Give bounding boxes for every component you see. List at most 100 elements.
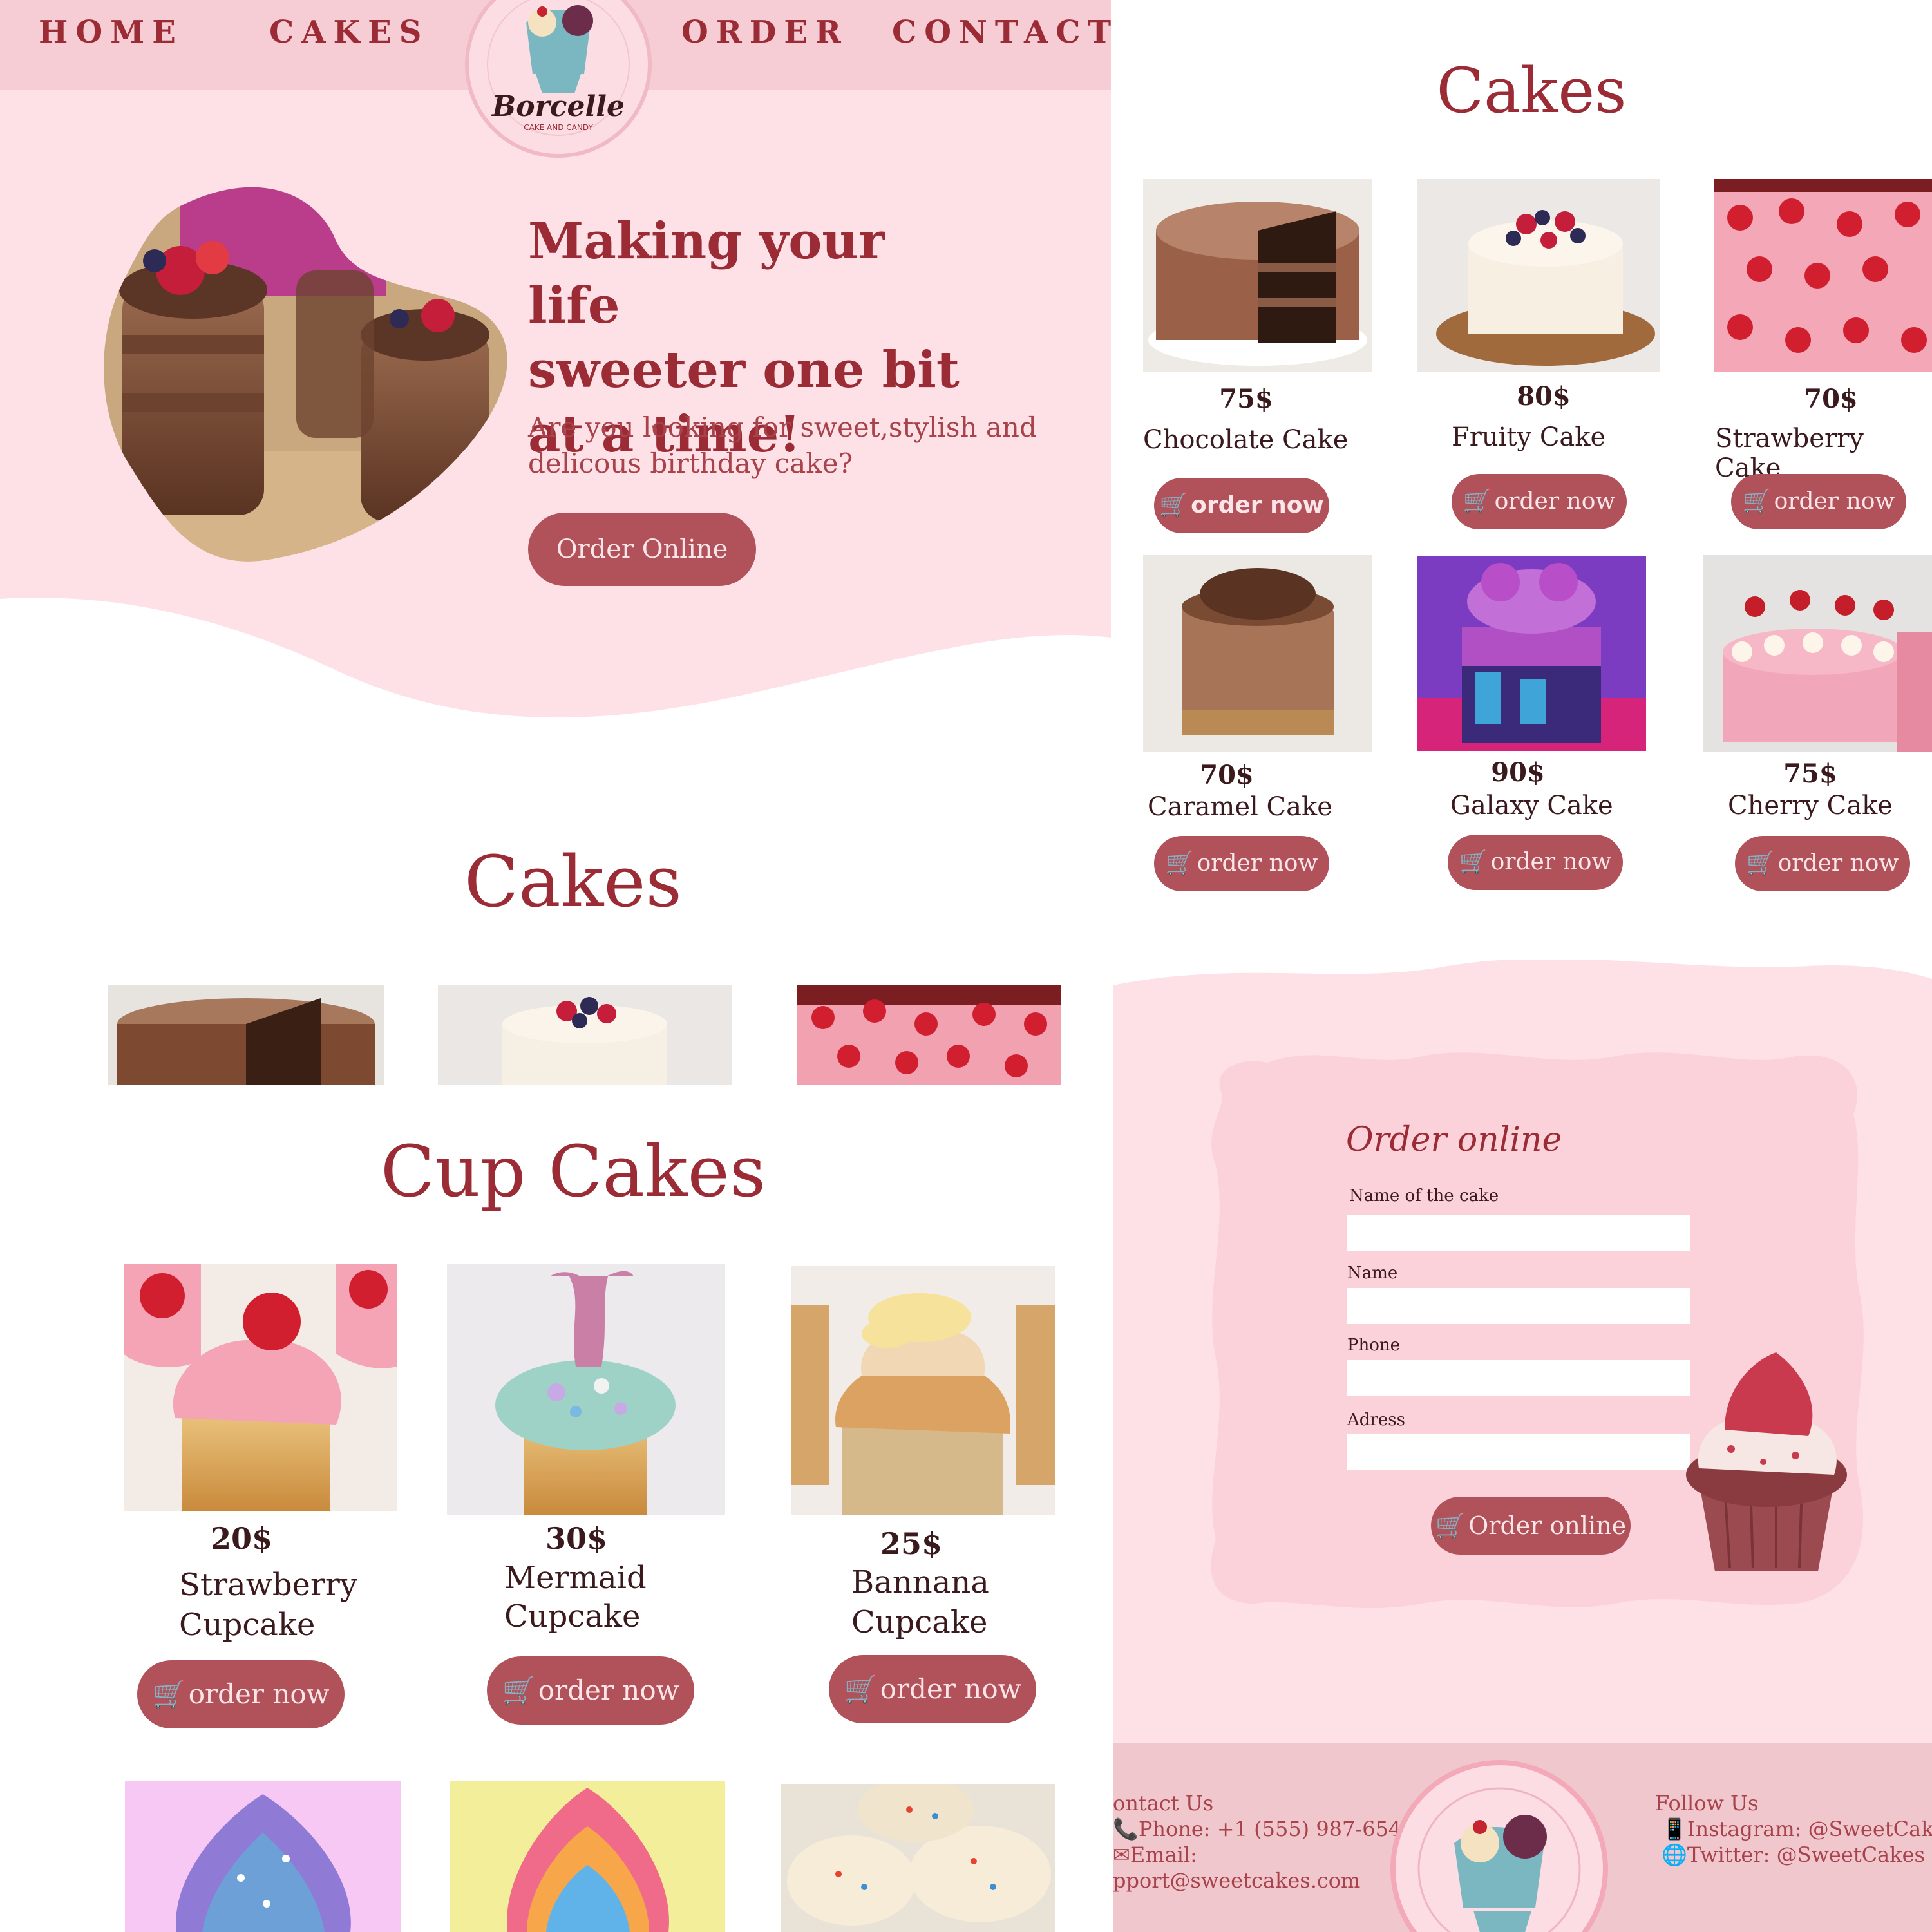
fruity-cake-image <box>1417 179 1660 372</box>
name-input[interactable] <box>1347 1288 1690 1324</box>
chocolate-cake-order-button[interactable]: 🛒 order now <box>1154 478 1329 533</box>
fruity-cake-thumbnail <box>438 985 732 1085</box>
cart-icon: 🛒 <box>502 1674 536 1706</box>
strawberry-cupcake-name: Strawberry Cupcake <box>179 1565 357 1645</box>
galaxy-cake-price: 90$ <box>1491 757 1545 788</box>
submit-button-label: Order online <box>1468 1511 1627 1540</box>
twitter-text: Twitter: @SweetCakes <box>1687 1842 1925 1867</box>
chocolate-cake-price: 75$ <box>1219 384 1273 414</box>
footer-email-label: ✉Email: <box>1113 1842 1197 1868</box>
footer-email-link[interactable]: pport@sweetcakes.com <box>1113 1868 1360 1893</box>
cherry-cake-name: Cherry Cake <box>1728 791 1893 820</box>
fruity-cake-name: Fruity Cake <box>1452 422 1606 452</box>
footer-email-label-text: Email: <box>1130 1842 1197 1867</box>
rainbow-cupcake-image <box>450 1781 725 1932</box>
cupcake-name-line: Mermaid <box>504 1560 647 1596</box>
hero-subtitle-line: Are you looking for sweet,stylish and <box>528 412 1037 443</box>
cart-icon: 🛒 <box>1742 488 1772 515</box>
galaxy-cake-order-button[interactable]: 🛒 order now <box>1448 835 1623 890</box>
strawberry-cake-image <box>1714 179 1932 372</box>
mermaid-cupcake-name: Mermaid Cupcake <box>504 1558 647 1636</box>
cupcake-name-line: Cupcake <box>179 1607 316 1643</box>
cart-icon: 🛒 <box>1159 492 1189 518</box>
hero-title-line: Making your life <box>528 212 886 335</box>
field-label-cake-name: Name of the cake <box>1349 1186 1499 1206</box>
cupcake-name-line: Bannana <box>851 1564 989 1600</box>
order-button-label: order now <box>188 1678 330 1710</box>
footer-instagram-link[interactable]: 📱Instagram: @SweetCakes <box>1662 1816 1932 1842</box>
submit-order-online-button[interactable]: 🛒 Order online <box>1431 1497 1631 1555</box>
hero-cake-image <box>104 187 507 562</box>
banana-cupcake-order-button[interactable]: 🛒order now <box>829 1655 1036 1723</box>
order-button-label: order now <box>1777 850 1899 876</box>
strawberry-cupcake-price: 20$ <box>210 1521 273 1556</box>
fruity-cake-order-button[interactable]: 🛒 order now <box>1452 474 1627 529</box>
mermaid-cupcake-order-button[interactable]: 🛒order now <box>487 1656 694 1725</box>
strawberry-cupcake-order-button[interactable]: 🛒order now <box>137 1660 345 1728</box>
order-button-label: order now <box>880 1673 1021 1705</box>
cakes-section-title: Cakes <box>1436 55 1627 127</box>
hero-title-line: sweeter one bit <box>528 341 960 399</box>
cupcake-name-line: Strawberry <box>179 1567 357 1603</box>
order-button-label: order now <box>1490 849 1612 875</box>
order-button-label: order now <box>1494 488 1616 515</box>
chocolate-cake-image <box>1143 179 1372 372</box>
borcelle-logo[interactable]: Borcelle CAKE AND CANDY <box>465 0 652 160</box>
cart-icon: 🛒 <box>1435 1511 1466 1540</box>
strawberry-cake-order-button[interactable]: 🛒 order now <box>1731 474 1906 529</box>
cherry-cake-order-button[interactable]: 🛒 order now <box>1735 836 1910 891</box>
galaxy-cake-name: Galaxy Cake <box>1450 791 1613 820</box>
phone-icon: 📞 <box>1113 1817 1139 1841</box>
email-icon: ✉ <box>1113 1842 1130 1867</box>
order-button-label: order now <box>538 1674 679 1706</box>
nav-contact-link[interactable]: CONTACT <box>892 14 1111 53</box>
footer-phone-text: Phone: +1 (555) 987-6543 <box>1138 1817 1415 1841</box>
hero-subtitle: Are you looking for sweet,stylish and de… <box>528 410 1056 482</box>
order-button-label: order now <box>1774 488 1895 515</box>
mermaid-cupcake-image <box>447 1264 725 1515</box>
field-label-phone: Phone <box>1347 1336 1401 1355</box>
sprinkle-cupcakes-image <box>781 1784 1055 1932</box>
fruity-cake-price: 80$ <box>1517 381 1571 412</box>
nav-home-link[interactable]: HOME <box>39 14 184 53</box>
cart-icon: 🛒 <box>1459 849 1488 875</box>
cherry-cake-price: 75$ <box>1783 759 1837 789</box>
cart-icon: 🛒 <box>1165 850 1195 876</box>
banana-cupcake-name: Bannana Cupcake <box>851 1562 989 1642</box>
chocolate-cake-name: Chocolate Cake <box>1143 425 1349 455</box>
logo-wordmark: Borcelle <box>491 90 625 123</box>
cake-name-input[interactable] <box>1347 1215 1690 1251</box>
red-velvet-cupcake-image <box>1686 1352 1847 1571</box>
cart-icon: 🛒 <box>152 1678 186 1710</box>
banana-cupcake-image <box>791 1266 1055 1515</box>
footer-twitter-link[interactable]: 🌐Twitter: @SweetCakes <box>1662 1842 1925 1868</box>
right-page-panel: Cakes 75$ Chocolate Cake 🛒 order now 80$ … <box>1113 0 1932 1932</box>
caramel-cake-image <box>1143 555 1372 752</box>
nav-cakes-link[interactable]: CAKES <box>269 14 429 53</box>
order-button-label: order now <box>1191 492 1324 518</box>
left-page-panel: HOME CAKES ORDER CONTACT Borcelle CAKE A… <box>0 0 1111 1932</box>
address-input[interactable] <box>1347 1434 1690 1470</box>
cherry-cake-image <box>1703 555 1932 752</box>
galaxy-cupcake-image <box>125 1781 401 1932</box>
footer-phone: 📞Phone: +1 (555) 987-6543 <box>1113 1816 1415 1842</box>
footer-contact-heading: ontact Us <box>1113 1791 1214 1815</box>
banana-cupcake-price: 25$ <box>880 1526 943 1561</box>
cakes-section-title: Cakes <box>464 840 682 923</box>
field-label-name: Name <box>1347 1264 1398 1283</box>
nav-order-link[interactable]: ORDER <box>681 14 849 53</box>
cupcakes-section-title: Cup Cakes <box>380 1130 766 1213</box>
cart-icon: 🛒 <box>844 1673 878 1705</box>
field-label-address: Adress <box>1347 1410 1405 1430</box>
phone-input[interactable] <box>1347 1360 1690 1396</box>
phone-icon: 📱 <box>1662 1817 1687 1841</box>
footer-follow-heading: Follow Us <box>1655 1791 1759 1815</box>
cupcake-name-line: Cupcake <box>851 1604 988 1640</box>
strawberry-cake-price: 70$ <box>1804 384 1858 414</box>
strawberry-cake-thumbnail <box>797 985 1061 1085</box>
cupcake-name-line: Cupcake <box>504 1598 641 1634</box>
chocolate-cake-thumbnail <box>108 985 384 1085</box>
order-online-button[interactable]: Order Online <box>528 513 756 586</box>
caramel-cake-order-button[interactable]: 🛒 order now <box>1154 836 1329 891</box>
order-form-title: Order online <box>1346 1121 1562 1159</box>
